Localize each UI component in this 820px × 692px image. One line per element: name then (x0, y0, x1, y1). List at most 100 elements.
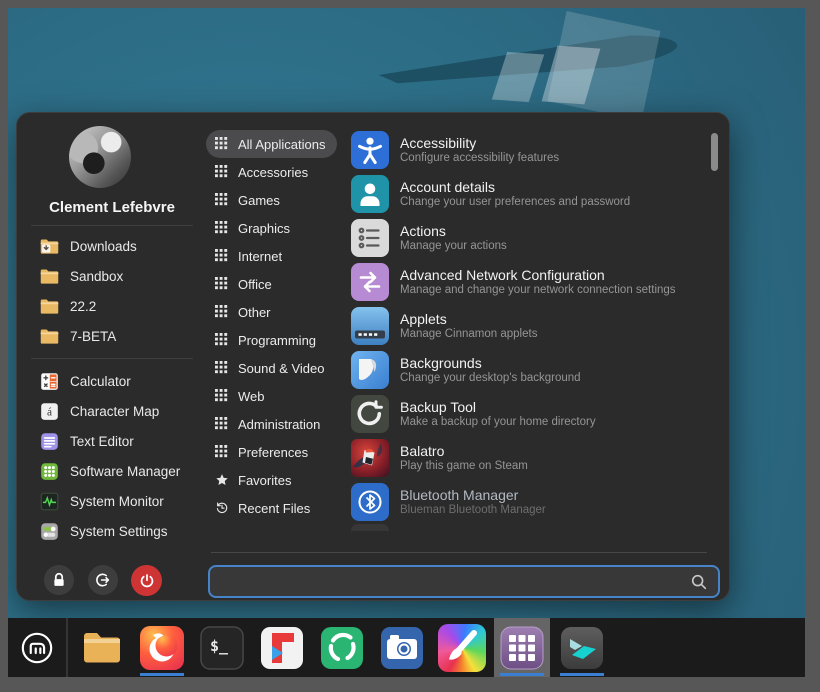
app-name: Applets (400, 311, 537, 327)
app-name: Account details (400, 179, 630, 195)
texteditor-icon (39, 431, 60, 452)
app-text: BackgroundsChange your desktop's backgro… (400, 355, 581, 385)
syssettings-icon (39, 521, 60, 542)
scrollbar-thumb[interactable] (711, 133, 718, 171)
category-label: Accessories (238, 165, 308, 180)
place-item-7-beta[interactable]: 7-BETA (17, 321, 207, 351)
shortcut-item-calculator[interactable]: Calculator (17, 366, 207, 396)
app-text: ActionsManage your actions (400, 223, 507, 253)
taskbar-app-arrow-app[interactable] (554, 618, 610, 677)
category-label: Favorites (238, 473, 291, 488)
shortcuts-list: CalculatoráCharacter Map Text Editor Softw… (17, 366, 207, 546)
category-other[interactable]: Other (206, 298, 283, 326)
taskbar-app-f-media-app[interactable] (254, 618, 310, 677)
taskbar-app-grid-app[interactable] (494, 618, 550, 677)
logout-button[interactable] (88, 565, 118, 595)
category-label: Internet (238, 249, 282, 264)
balatro-icon (351, 439, 389, 477)
category-label: Graphics (238, 221, 290, 236)
place-item-sandbox[interactable]: Sandbox (17, 261, 207, 291)
app-item-applets[interactable]: AppletsManage Cinnamon applets (351, 304, 717, 348)
category-label: All Applications (238, 137, 325, 152)
app-text: Advanced Network ConfigurationManage and… (400, 267, 676, 297)
grid-dots-icon (215, 193, 229, 207)
places-list: Downloads Sandbox22.2 7-BETA (17, 231, 207, 351)
taskbar-app-screenshot[interactable] (374, 618, 430, 677)
category-preferences[interactable]: Preferences (206, 438, 320, 466)
app-item-bluetooth-manager[interactable]: Bluetooth ManagerBlueman Bluetooth Manag… (351, 480, 717, 524)
place-item-label: Downloads (70, 239, 137, 254)
app-item-accessibility[interactable]: AccessibilityConfigure accessibility fea… (351, 128, 717, 172)
lock-button[interactable] (44, 565, 74, 595)
app-item-advanced-network-configuration[interactable]: Advanced Network ConfigurationManage and… (351, 260, 717, 304)
search-bar (208, 565, 720, 598)
app-item-balatro[interactable]: BalatroPlay this game on Steam (351, 436, 717, 480)
taskbar: $_ (8, 618, 805, 677)
shortcut-item-software-manager[interactable]: Software Manager (17, 456, 207, 486)
app-item-actions[interactable]: ActionsManage your actions (351, 216, 717, 260)
app-text: Account detailsChange your user preferen… (400, 179, 630, 209)
shortcut-item-character-map[interactable]: áCharacter Map (17, 396, 207, 426)
app-item-backup-tool[interactable]: Backup ToolMake a backup of your home di… (351, 392, 717, 436)
shortcut-item-system-settings[interactable]: System Settings (17, 516, 207, 546)
category-web[interactable]: Web (206, 382, 277, 410)
shortcut-item-system-monitor[interactable]: System Monitor (17, 486, 207, 516)
taskbar-app-sync-app[interactable] (314, 618, 370, 677)
session-buttons (17, 565, 207, 597)
power-button[interactable] (131, 565, 162, 596)
actions-icon (351, 219, 389, 257)
category-accessories[interactable]: Accessories (206, 158, 320, 186)
app-item-backgrounds[interactable]: BackgroundsChange your desktop's backgro… (351, 348, 717, 392)
category-all-applications[interactable]: All Applications (206, 130, 337, 158)
search-input[interactable] (210, 567, 690, 596)
search-icon (690, 573, 708, 591)
category-label: Programming (238, 333, 316, 348)
app-description: Play this game on Steam (400, 460, 528, 473)
grid-dots-icon (215, 417, 229, 431)
category-programming[interactable]: Programming (206, 326, 328, 354)
place-item-downloads[interactable]: Downloads (17, 231, 207, 261)
taskbar-app-firefox[interactable] (134, 618, 190, 677)
power-icon (137, 571, 157, 591)
place-item-22-2[interactable]: 22.2 (17, 291, 207, 321)
sidebar-divider (31, 358, 193, 359)
grid-dots-icon (215, 249, 229, 263)
category-favorites[interactable]: Favorites (206, 466, 303, 494)
arrowapp-icon (558, 624, 606, 672)
camera-icon (378, 624, 426, 672)
category-administration[interactable]: Administration (206, 410, 332, 438)
star-icon (215, 473, 229, 487)
desktop: Clement Lefebvre Downloads Sandbox22.2 7-B… (8, 8, 805, 677)
shortcut-item-text-editor[interactable]: Text Editor (17, 426, 207, 456)
paint-icon (438, 624, 486, 672)
category-sound-video[interactable]: Sound & Video (206, 354, 337, 382)
category-label: Recent Files (238, 501, 310, 516)
user-name: Clement Lefebvre (17, 199, 207, 216)
menu-sidebar: Clement Lefebvre Downloads Sandbox22.2 7-B… (17, 113, 207, 600)
app-item-account-details[interactable]: Account detailsChange your user preferen… (351, 172, 717, 216)
menu-window: Clement Lefebvre Downloads Sandbox22.2 7-B… (16, 112, 730, 601)
mint-icon (17, 628, 57, 668)
app-text: Backup ToolMake a backup of your home di… (400, 399, 596, 429)
category-office[interactable]: Office (206, 270, 284, 298)
place-item-label: 7-BETA (70, 329, 116, 344)
svg-text:á: á (47, 406, 52, 418)
lock-icon (49, 570, 69, 590)
shortcut-item-label: Text Editor (70, 434, 134, 449)
app-name: Accessibility (400, 135, 559, 151)
category-graphics[interactable]: Graphics (206, 214, 302, 242)
grid-dots-icon (215, 165, 229, 179)
category-recent-files[interactable]: Recent Files (206, 494, 322, 522)
firefox-icon (138, 624, 186, 672)
taskbar-app-files[interactable] (74, 618, 130, 677)
search-divider (211, 552, 707, 553)
shortcut-item-label: Software Manager (70, 464, 180, 479)
gridapp-icon (498, 624, 546, 672)
taskbar-app-terminal[interactable]: $_ (194, 618, 250, 677)
category-games[interactable]: Games (206, 186, 292, 214)
app-text: AppletsManage Cinnamon applets (400, 311, 537, 341)
taskbar-menu-button[interactable] (8, 618, 66, 677)
taskbar-app-paint-app[interactable] (434, 618, 490, 677)
category-internet[interactable]: Internet (206, 242, 294, 270)
user-avatar[interactable] (69, 126, 131, 188)
